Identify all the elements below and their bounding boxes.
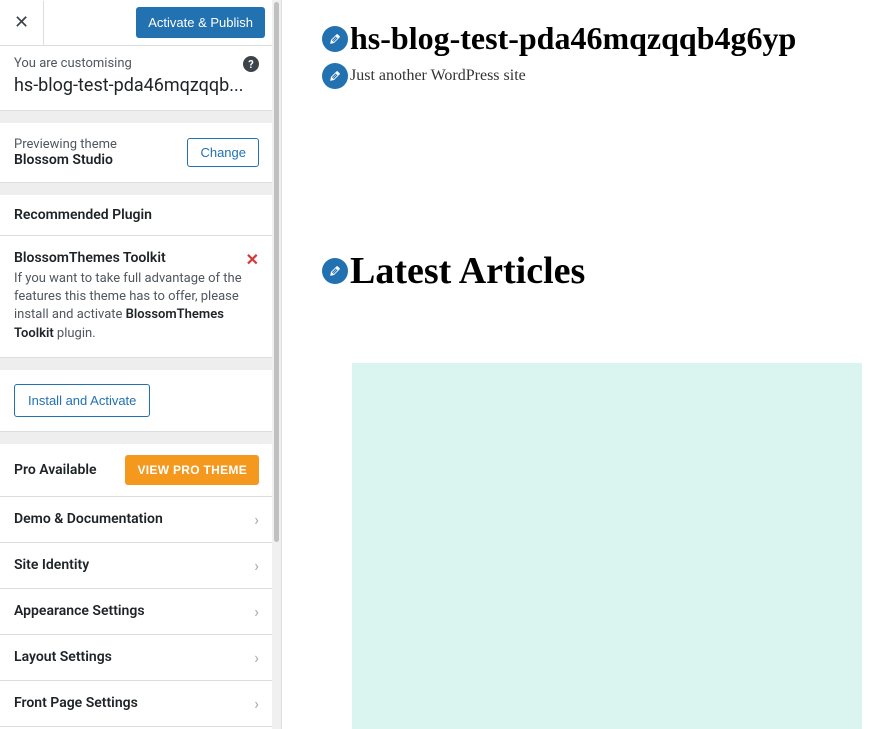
install-activate-button[interactable]: Install and Activate [14, 384, 150, 417]
pencil-icon [328, 264, 342, 278]
preview-theme-section: Previewing theme Blossom Studio Change [0, 123, 273, 183]
scrollbar-track [272, 0, 281, 729]
preview-site-title: hs-blog-test-pda46mqzqqb4g6yp [350, 20, 796, 56]
chevron-right-icon: › [254, 648, 259, 667]
scrollbar-thumb[interactable] [274, 2, 279, 542]
change-theme-button[interactable]: Change [187, 138, 259, 167]
menu-item-layout-settings[interactable]: Layout Settings › [0, 635, 273, 681]
menu-item-label: Demo & Documentation [14, 511, 163, 527]
recommended-plugin-header: Recommended Plugin [0, 195, 273, 236]
edit-shortcut-title[interactable] [322, 26, 348, 52]
view-pro-theme-button[interactable]: VIEW PRO THEME [125, 455, 259, 485]
menu-item-label: Front Page Settings [14, 695, 138, 711]
menu-item-site-identity[interactable]: Site Identity › [0, 543, 273, 589]
menu-item-label: Site Identity [14, 557, 89, 573]
pro-section: Pro Available VIEW PRO THEME [0, 444, 273, 497]
preview-theme-label: Previewing theme [14, 137, 117, 152]
site-title-row: hs-blog-test-pda46mqzqqb4g6yp [322, 20, 859, 57]
menu-item-label: Layout Settings [14, 649, 112, 665]
activate-publish-button[interactable]: Activate & Publish [136, 7, 265, 38]
sidebar-header: ✕ Activate & Publish [0, 0, 273, 46]
menu-item-label: Appearance Settings [14, 603, 145, 619]
pro-available-label: Pro Available [14, 462, 97, 478]
help-icon[interactable]: ? [243, 56, 259, 72]
chevron-right-icon: › [254, 510, 259, 529]
site-name-display: hs-blog-test-pda46mqzqqb... [14, 75, 259, 96]
edit-shortcut-tagline[interactable] [322, 63, 348, 89]
plugin-notice-close-icon[interactable]: ✕ [246, 250, 259, 269]
plugin-notice-description: If you want to take full advantage of th… [14, 270, 259, 343]
plugin-notice-title: BlossomThemes Toolkit [14, 250, 259, 266]
site-tagline-row: Just another WordPress site [322, 63, 859, 89]
menu-item-demo-documentation[interactable]: Demo & Documentation › [0, 497, 273, 543]
preview-site-tagline: Just another WordPress site [350, 67, 526, 84]
pencil-icon [328, 32, 342, 46]
plugin-notice: BlossomThemes Toolkit ✕ If you want to t… [0, 236, 273, 358]
install-section: Install and Activate [0, 370, 273, 432]
edit-shortcut-articles[interactable] [322, 258, 348, 284]
menu-item-appearance-settings[interactable]: Appearance Settings › [0, 589, 273, 635]
close-icon: ✕ [14, 12, 29, 33]
customizing-label: You are customising [14, 56, 259, 71]
chevron-right-icon: › [254, 694, 259, 713]
latest-articles-row: Latest Articles [322, 249, 859, 293]
preview-theme-name: Blossom Studio [14, 152, 117, 168]
preview-area: hs-blog-test-pda46mqzqqb4g6yp Just anoth… [282, 0, 874, 729]
customizer-sidebar: ✕ Activate & Publish You are customising… [0, 0, 282, 729]
chevron-right-icon: › [254, 602, 259, 621]
pencil-icon [328, 69, 342, 83]
menu-item-front-page-settings[interactable]: Front Page Settings › [0, 681, 273, 727]
chevron-right-icon: › [254, 556, 259, 575]
article-image-placeholder [352, 363, 862, 729]
customizing-section: You are customising ? hs-blog-test-pda46… [0, 46, 273, 111]
close-button[interactable]: ✕ [0, 1, 44, 45]
latest-articles-heading: Latest Articles [350, 250, 585, 292]
